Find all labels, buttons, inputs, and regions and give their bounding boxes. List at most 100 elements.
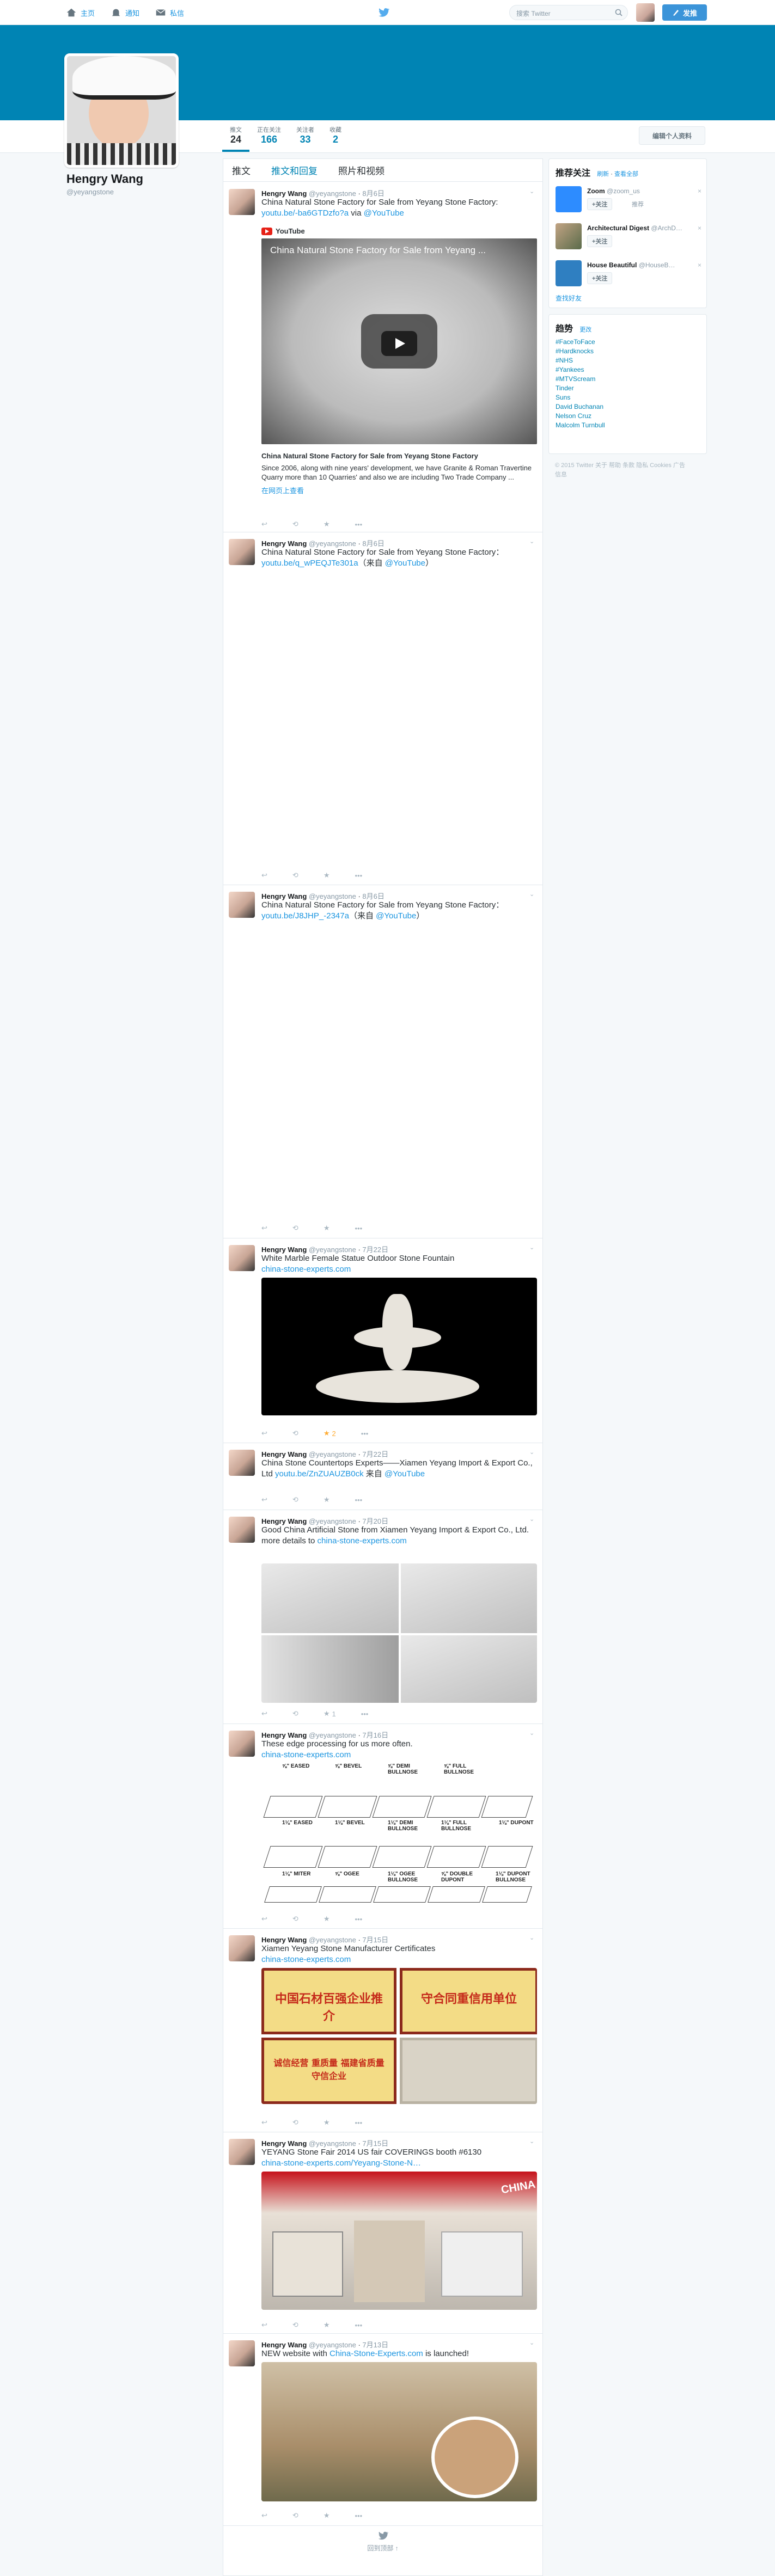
favorite-icon[interactable]: ★ [324,2321,330,2329]
more-icon[interactable]: ••• [355,2512,362,2520]
reply-icon[interactable]: ↩ [261,1709,267,1718]
retweet-icon[interactable]: ⟲ [292,2511,298,2520]
favorite-icon[interactable]: ★ [324,2511,330,2520]
favorite-icon[interactable]: ★ [324,2118,330,2127]
retweet-icon[interactable]: ⟲ [292,1224,298,1232]
stat-favorites[interactable]: 收藏 2 [322,124,349,152]
follow-button[interactable]: +关注 [587,272,613,284]
trend-item[interactable]: David Buchanan [556,402,605,412]
suggested-user[interactable]: Zoom @zoom_us +关注 推荐 × [556,186,701,212]
dismiss-icon[interactable]: × [698,187,701,195]
trend-item[interactable]: Tinder [556,384,605,393]
compose-tweet-button[interactable]: 发推 [662,4,707,21]
tab-tweets-replies[interactable]: 推文和回复 [271,163,318,177]
reply-icon[interactable]: ↩ [261,1495,267,1504]
tab-tweets[interactable]: 推文 [232,163,251,177]
slab-photo[interactable] [401,1563,537,1633]
tweet-date[interactable]: 7月15日 [362,2139,388,2148]
tweet-menu-icon[interactable]: ⌄ [529,1729,535,1737]
tweet-avatar[interactable] [229,539,255,565]
stat-followers[interactable]: 关注者 33 [289,124,322,152]
play-icon[interactable] [381,331,417,356]
tweet[interactable]: Hengry Wang @yeyangstone · 7月22日 ⌄ China… [223,1443,542,1510]
card-view-link[interactable]: 在网页上查看 [261,485,537,495]
trend-item[interactable]: Suns [556,393,605,402]
tweet-date[interactable]: 8月6日 [362,892,384,900]
tweet-date[interactable]: 7月13日 [362,2341,388,2349]
suggested-user-name[interactable]: House Beautiful [587,261,637,269]
tweet-author[interactable]: Hengry Wang [261,2139,307,2148]
tweet-menu-icon[interactable]: ⌄ [529,1449,535,1456]
tweet-avatar[interactable] [229,1731,255,1757]
more-icon[interactable]: ••• [355,1915,362,1923]
tweet[interactable]: Hengry Wang @yeyangstone · 7月15日 ⌄ YEYAN… [223,2132,542,2334]
more-icon[interactable]: ••• [355,2321,362,2329]
tweet-author[interactable]: Hengry Wang [261,892,307,900]
tweet-mention[interactable]: @YouTube [385,1469,425,1479]
tweet-mention[interactable]: @YouTube [364,208,404,218]
retweet-icon[interactable]: ⟲ [292,2321,298,2329]
tweet[interactable]: Hengry Wang @yeyangstone · 7月15日 ⌄ Xiame… [223,1929,542,2132]
tweet-menu-icon[interactable]: ⌄ [529,188,535,195]
edit-profile-button[interactable]: 编辑个人资料 [639,126,705,145]
reply-icon[interactable]: ↩ [261,520,267,529]
tweet-link[interactable]: youtu.be/J8JHP_-2347a [261,911,349,921]
more-icon[interactable]: ••• [355,1496,362,1504]
more-icon[interactable]: ••• [355,2119,362,2127]
video-player[interactable]: China Natural Stone Factory for Sale fro… [261,238,537,444]
account-avatar[interactable] [636,3,655,22]
tweet-link[interactable]: china-stone-experts.com [261,1265,351,1274]
more-icon[interactable]: ••• [361,1710,369,1718]
tweet-date[interactable]: 7月15日 [362,1936,388,1944]
follow-button[interactable]: +关注 [587,235,613,247]
tweet-link[interactable]: china-stone-experts.com [261,1955,351,1964]
follow-button[interactable]: +关注 [587,198,613,210]
edge-profiles-photo[interactable]: ⅝" EASED ⅝" BEVEL ⅝" DEMI BULLNOSE ⅝" FU… [261,1763,537,1907]
tweet-mention[interactable]: @YouTube [385,559,425,568]
favorite-icon[interactable]: ★ 2 [324,1429,336,1438]
retweet-icon[interactable]: ⟲ [292,520,298,529]
nav-home[interactable]: 主页 [65,7,95,19]
trade-fair-photo[interactable]: CHINA [261,2172,537,2310]
card-title[interactable]: China Natural Stone Factory for Sale fro… [261,452,537,460]
tweet-author[interactable]: Hengry Wang [261,1450,307,1458]
search-icon[interactable] [614,8,623,17]
sidebar-footer[interactable]: © 2015 Twitter 关于 帮助 条款 隐私 Cookies 广告信息 [555,461,686,480]
tweet-link[interactable]: china-stone-experts.com/Yeyang-Stone-N… [261,2158,421,2168]
tweet-menu-icon[interactable]: ⌄ [529,2339,535,2346]
dismiss-icon[interactable]: × [698,261,701,269]
reply-icon[interactable]: ↩ [261,1915,267,1923]
tweet[interactable]: Hengry Wang @yeyangstone · 8月6日 ⌄ China … [223,182,542,532]
reply-icon[interactable]: ↩ [261,2321,267,2329]
profile-avatar[interactable] [64,53,179,168]
trend-item[interactable]: Malcolm Turnbull [556,421,605,430]
more-icon[interactable]: ••• [355,872,362,880]
favorite-icon[interactable]: ★ [324,871,330,880]
tweet-avatar[interactable] [229,1245,255,1271]
tweet-avatar[interactable] [229,189,255,215]
certificate-photo[interactable]: 诚信经营 重质量 福建省质量守信企业 [261,2038,396,2104]
favorite-icon[interactable]: ★ [324,520,330,529]
trend-item[interactable]: #Yankees [556,365,605,375]
tweet-link[interactable]: china-stone-experts.com [261,1750,351,1759]
retweet-icon[interactable]: ⟲ [292,871,298,880]
suggested-user[interactable]: Architectural Digest @ArchD… +关注 × [556,223,701,249]
tweet-menu-icon[interactable]: ⌄ [529,891,535,898]
certificate-photo[interactable]: 中国石材百强企业推介 [261,1968,396,2034]
favorite-icon[interactable]: ★ [324,1224,330,1232]
tweet[interactable]: Hengry Wang @yeyangstone · 7月20日 ⌄ Good … [223,1510,542,1724]
tweet[interactable]: Hengry Wang @yeyangstone · 8月6日 ⌄ China … [223,532,542,885]
retweet-icon[interactable]: ⟲ [292,2118,298,2127]
reply-icon[interactable]: ↩ [261,2511,267,2520]
tweet-avatar[interactable] [229,1450,255,1476]
tweet-mention[interactable]: @YouTube [376,911,416,921]
trend-item[interactable]: #NHS [556,356,605,365]
back-to-top-link[interactable]: 回到顶部 ↑ [223,2543,542,2553]
tweet-avatar[interactable] [229,892,255,918]
tweet-date[interactable]: 7月22日 [362,1450,388,1458]
tweet-link[interactable]: youtu.be/ZnZUAUZB0ck [275,1469,364,1479]
slab-photo[interactable] [401,1635,537,1703]
trend-item[interactable]: #MTVScream [556,375,605,384]
stat-tweets[interactable]: 推文 24 [222,124,249,152]
certificate-photo[interactable]: 守合同重信用单位 [400,1968,537,2034]
